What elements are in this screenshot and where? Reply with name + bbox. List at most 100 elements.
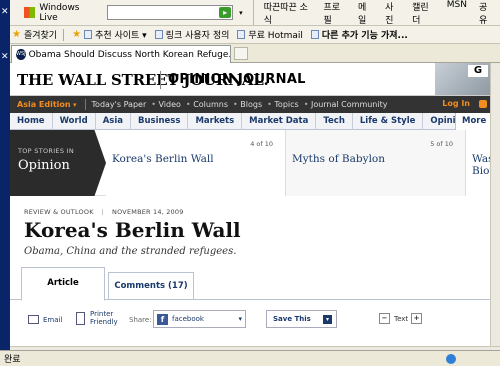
email-link[interactable]: Email	[43, 316, 62, 324]
share-option: facebook	[172, 315, 204, 323]
printer-icon[interactable]	[76, 312, 85, 325]
top-story-item[interactable]: 4 of 10 Korea's Berlin Wall	[106, 130, 286, 196]
favorite-item[interactable]: 다른 추가 기능 가져...	[310, 28, 408, 41]
chevron-down-icon[interactable]: ▾	[238, 315, 242, 323]
favicon: WSJ	[16, 49, 26, 60]
chevron-down-icon[interactable]: ▾	[323, 315, 332, 324]
favorite-item[interactable]: 링크 사용자 정의	[154, 28, 229, 41]
favorite-item[interactable]: 무료 Hotmail	[237, 28, 303, 41]
toolbar-links: 따끈따끈 소식 프로필 메일 사진 캘린더 MSN 공유	[252, 0, 500, 26]
close-icon[interactable]: ✕	[1, 52, 9, 62]
toolbar-link[interactable]: 따끈따끈 소식	[264, 0, 312, 26]
nav-world[interactable]: World	[53, 112, 96, 130]
web-page: THE WALL STREET JOURNAL. OPINION JOURNAL…	[10, 63, 490, 346]
increase-text-button[interactable]: +	[411, 313, 422, 324]
ad-logo: G	[468, 65, 488, 77]
top-nav-item[interactable]: Topics	[267, 100, 298, 109]
toolbar-link[interactable]: 프로필	[323, 0, 346, 26]
nav-tech[interactable]: Tech	[316, 112, 353, 130]
divider	[160, 71, 161, 89]
print-link[interactable]: Printer Friendly	[90, 310, 124, 326]
windows-live-toolbar: Windows Live ▸ ▾ 따끈따끈 소식 프로필 메일 사진 캘린더 M…	[10, 0, 500, 26]
browser-tab[interactable]: WSJ Obama Should Discuss North Korean Re…	[11, 45, 231, 63]
status-bar: 완료	[0, 350, 500, 366]
tab-bar: WSJ Obama Should Discuss North Korean Re…	[10, 44, 500, 63]
chevron-down-icon[interactable]: ▾	[239, 9, 243, 17]
favorite-item[interactable]: 추천 사이트 ▾	[84, 28, 147, 41]
nav-more[interactable]: More	[455, 113, 490, 130]
nav-market-data[interactable]: Market Data	[242, 112, 317, 130]
rss-icon[interactable]	[479, 100, 487, 108]
toolbar-link[interactable]: 캘린더	[412, 0, 435, 26]
top-nav-item[interactable]: Today's Paper	[92, 100, 147, 109]
add-favorite-icon[interactable]: ★	[72, 29, 81, 40]
article-tabs: Article Comments (17)	[10, 266, 490, 301]
search-input[interactable]: ▸	[107, 5, 234, 20]
top-nav-item[interactable]: Journal Community	[304, 100, 388, 109]
story-count: 4 of 10	[250, 140, 273, 148]
article-section[interactable]: REVIEW & OUTLOOK	[24, 208, 94, 216]
top-nav: Asia Edition Today's Paper Video Columns…	[10, 96, 490, 113]
page-icon	[154, 30, 163, 39]
vertical-scrollbar[interactable]	[490, 63, 500, 346]
nav-business[interactable]: Business	[131, 112, 189, 130]
toolbar-link[interactable]: 공유	[479, 0, 494, 26]
page-icon	[310, 30, 319, 39]
tab-comments[interactable]: Comments (17)	[108, 272, 194, 300]
windows-flag-icon	[24, 7, 36, 18]
favorites-button[interactable]: 즐겨찾기	[24, 28, 57, 41]
article-headline: Korea's Berlin Wall	[24, 218, 241, 242]
nav-asia[interactable]: Asia	[96, 112, 131, 130]
page-icon	[84, 30, 93, 39]
new-tab-button[interactable]	[234, 47, 248, 60]
tab-article[interactable]: Article	[21, 267, 105, 301]
windows-live-logo[interactable]: Windows Live	[24, 3, 97, 23]
edition-selector[interactable]: Asia Edition	[17, 100, 77, 109]
email-icon[interactable]	[28, 315, 39, 324]
toolbar-link[interactable]: 사진	[385, 0, 400, 26]
left-frame-bar: ✕ ✕	[0, 0, 10, 366]
share-label: Share:	[129, 316, 152, 324]
story-count: 5 of 10	[430, 140, 453, 148]
decrease-text-button[interactable]: −	[379, 313, 390, 324]
ad-banner[interactable]: G	[435, 63, 490, 95]
top-nav-item[interactable]: Columns	[186, 100, 228, 109]
article-tools: Email Printer Friendly Share: f facebook…	[10, 308, 490, 334]
login-link[interactable]: Log In	[442, 99, 470, 108]
search-go-icon[interactable]: ▸	[219, 7, 232, 18]
facebook-icon: f	[157, 313, 168, 325]
main-nav: Home World Asia Business Markets Market …	[10, 112, 490, 130]
divider: |	[101, 208, 105, 216]
star-icon[interactable]: ★	[12, 29, 21, 40]
divider	[84, 99, 86, 110]
close-icon[interactable]: ✕	[1, 7, 9, 17]
toolbar-link[interactable]: MSN	[447, 0, 467, 26]
article-dek: Obama, China and the stranded refugees.	[24, 246, 237, 257]
text-size-label: Text	[394, 315, 409, 323]
story-title[interactable]: Washin Biotech	[472, 153, 490, 177]
article-date: NOVEMBER 14, 2009	[112, 208, 184, 216]
nav-markets[interactable]: Markets	[188, 112, 243, 130]
page-icon	[237, 30, 246, 39]
save-this-button[interactable]: Save This ▾	[266, 310, 337, 328]
article: REVIEW & OUTLOOK | NOVEMBER 14, 2009 Kor…	[10, 196, 490, 346]
site-header: THE WALL STREET JOURNAL. OPINION JOURNAL…	[10, 63, 490, 96]
globe-icon	[446, 354, 456, 364]
status-text: 완료	[4, 355, 21, 365]
toolbar-link[interactable]: 메일	[358, 0, 373, 26]
article-meta: REVIEW & OUTLOOK | NOVEMBER 14, 2009	[24, 208, 184, 216]
top-story-item[interactable]: 5 of 10 Myths of Babylon	[286, 130, 466, 196]
story-title[interactable]: Korea's Berlin Wall	[112, 153, 214, 165]
top-stories-carousel: TOP STORIES IN Opinion 4 of 10 Korea's B…	[10, 130, 490, 202]
top-nav-item[interactable]: Blogs	[233, 100, 262, 109]
story-title[interactable]: Myths of Babylon	[292, 153, 385, 165]
divider	[63, 28, 65, 41]
top-stories-label: TOP STORIES IN Opinion	[10, 130, 106, 196]
top-nav-item[interactable]: Video	[151, 100, 181, 109]
share-dropdown[interactable]: f facebook ▾	[153, 310, 246, 328]
favorites-bar: ★ 즐겨찾기 ★ 추천 사이트 ▾ 링크 사용자 정의 무료 Hotmail 다…	[10, 26, 500, 44]
section-title[interactable]: OPINION JOURNAL	[168, 72, 306, 87]
top-story-item[interactable]: Washin Biotech	[466, 130, 490, 196]
nav-home[interactable]: Home	[10, 112, 53, 130]
nav-life-style[interactable]: Life & Style	[353, 112, 424, 130]
